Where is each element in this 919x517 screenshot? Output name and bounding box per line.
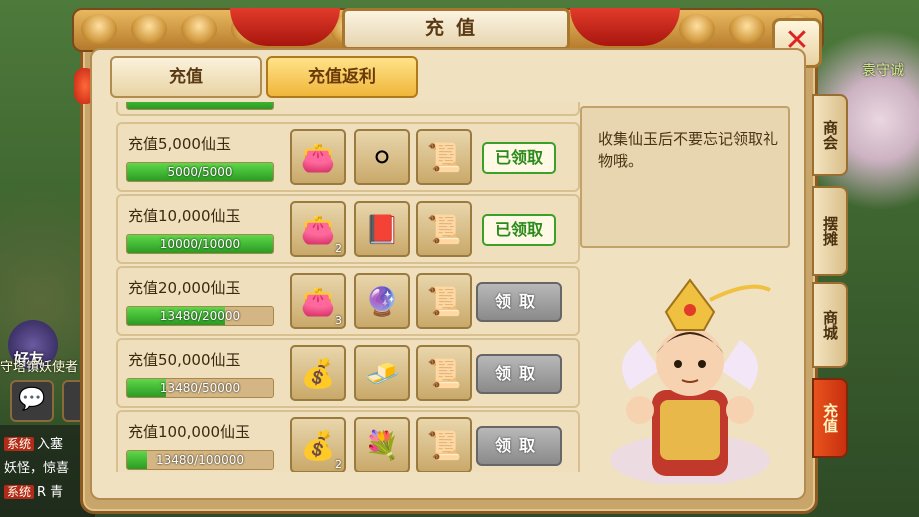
tip-box: 收集仙玉后不要忘记领取礼物哦。 [580,106,790,248]
crystal-ball-icon[interactable]: 🔮 [354,273,410,329]
scroll-icon[interactable]: 📜 [416,129,472,185]
flower-basket-icon[interactable]: 💐 [354,417,410,472]
tier-label: 充值20,000仙玉 [128,279,241,297]
chat-icon[interactable]: 💬 [10,380,54,422]
purple-bag-icon[interactable]: 👛 3 [290,273,346,329]
list-item: 充值100,000仙玉 13480/100000 💰 2 💐 📜 领取 [116,410,580,472]
list-item: 充值10,000仙玉 10000/10000 👛 2 📕 📜 已领取 [116,194,580,264]
list-item: 充值20,000仙玉 13480/20000 👛 3 🔮 📜 领取 [116,266,580,336]
claim-button[interactable]: 领取 [476,282,562,322]
list-item [116,102,580,116]
tier-label: 充值10,000仙玉 [128,207,241,225]
claim-button[interactable]: 领取 [476,354,562,394]
tier-label: 充值100,000仙玉 [128,423,251,441]
progress-text: 13480/50000 [159,381,241,395]
claimed-button[interactable]: 已领取 [482,142,556,174]
progress-text: 13480/20000 [159,309,241,323]
list-item: 充值50,000仙玉 13480/50000 💰 🧈 📜 领取 [116,338,580,408]
side-tab-stall[interactable]: 摆摊 [812,186,848,276]
snowball-icon[interactable]: ⚪ [354,129,410,185]
side-tab-guild-shop[interactable]: 商会 [812,94,848,176]
chat-line: 系统 R 青 [4,481,63,500]
chat-line: 系统 入塞 [4,433,63,452]
npc-label: 守塔镇妖使者 [0,360,79,375]
progress-bar: 5000/5000 [126,162,274,182]
claim-button[interactable]: 领取 [476,426,562,466]
progress-bar: 13480/20000 [126,306,274,326]
tier-label: 充值5,000仙玉 [128,135,231,153]
gold-bag-icon[interactable]: 💰 [290,345,346,401]
tier-label: 充值50,000仙玉 [128,351,241,369]
scroll-icon[interactable]: 📜 [416,417,472,472]
progress-text: 13480/100000 [155,453,245,467]
progress-bar: 13480/50000 [126,378,274,398]
scroll-icon[interactable]: 📜 [416,273,472,329]
side-tab-mall[interactable]: 商城 [812,282,848,368]
gold-bag-icon[interactable]: 💰 2 [290,417,346,472]
tab-recharge-rebate[interactable]: 充值返利 [266,56,418,98]
red-book-icon[interactable]: 📕 [354,201,410,257]
progress-bar: 10000/10000 [126,234,274,254]
window-title: 充值 [342,8,570,50]
tab-recharge[interactable]: 充值 [110,56,262,98]
gold-ingot-icon[interactable]: 🧈 [354,345,410,401]
scroll-icon[interactable]: 📜 [416,201,472,257]
recharge-panel: 充值 ✕ 充值 充值返利 充值5,000仙玉 5000/5000 👛 ⚪ 📜 已… [72,8,824,514]
tip-text: 收集仙玉后不要忘记领取礼物哦。 [598,130,779,170]
reward-list[interactable]: 充值5,000仙玉 5000/5000 👛 ⚪ 📜 已领取 充值10,000仙玉… [108,102,582,472]
list-item: 充值5,000仙玉 5000/5000 👛 ⚪ 📜 已领取 [116,122,580,192]
city-label: 袁守诚 [862,63,904,79]
scroll-icon[interactable]: 📜 [416,345,472,401]
side-tab-recharge[interactable]: 充值 [812,378,848,458]
purple-bag-icon[interactable]: 👛 2 [290,201,346,257]
chat-line: 妖怪，惊喜 [4,461,70,476]
progress-text: 10000/10000 [159,237,241,251]
purple-bag-icon[interactable]: 👛 [290,129,346,185]
character-portrait [610,278,771,484]
progress-bar: 13480/100000 [126,450,274,470]
claimed-button[interactable]: 已领取 [482,214,556,246]
progress-text: 5000/5000 [167,165,233,179]
